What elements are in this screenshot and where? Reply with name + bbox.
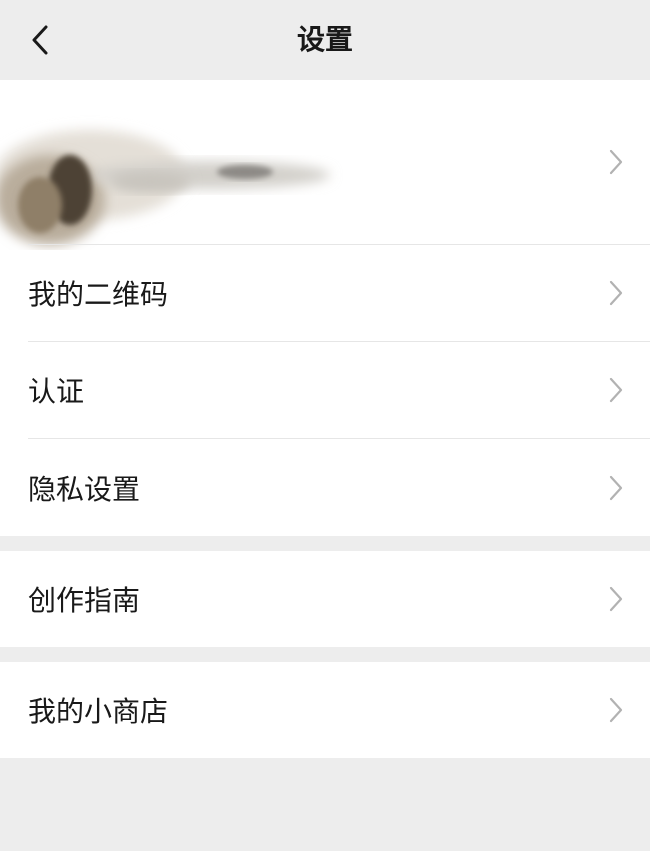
chevron-right-icon: [609, 280, 623, 306]
menu-item-label: 我的小商店: [28, 695, 169, 728]
avatar: [0, 130, 330, 245]
settings-group-creation: 创作指南: [0, 551, 650, 647]
menu-item-label: 创作指南: [28, 584, 141, 617]
menu-item-my-shop[interactable]: 我的小商店: [0, 662, 650, 758]
menu-item-label: 我的二维码: [28, 278, 169, 311]
profile-row[interactable]: [0, 80, 650, 245]
navigation-bar: 设置: [0, 0, 650, 80]
menu-item-verification[interactable]: 认证: [0, 342, 650, 438]
menu-item-label: 认证: [28, 375, 85, 408]
menu-item-label: 隐私设置: [28, 472, 141, 506]
menu-item-qr-code[interactable]: 我的二维码: [0, 245, 650, 341]
chevron-right-icon: [609, 586, 623, 612]
settings-group-account: 我的二维码 认证 隐私设置: [0, 80, 650, 536]
menu-item-creator-guide[interactable]: 创作指南: [0, 551, 650, 647]
chevron-right-icon: [609, 377, 623, 403]
page-title: 设置: [296, 23, 353, 56]
back-button[interactable]: [18, 18, 62, 62]
chevron-right-icon: [609, 149, 623, 175]
settings-group-shop: 我的小商店: [0, 662, 650, 758]
chevron-left-icon: [32, 25, 48, 55]
menu-item-privacy-settings[interactable]: 隐私设置: [0, 439, 650, 536]
chevron-right-icon: [609, 697, 623, 723]
chevron-right-icon: [609, 475, 623, 500]
